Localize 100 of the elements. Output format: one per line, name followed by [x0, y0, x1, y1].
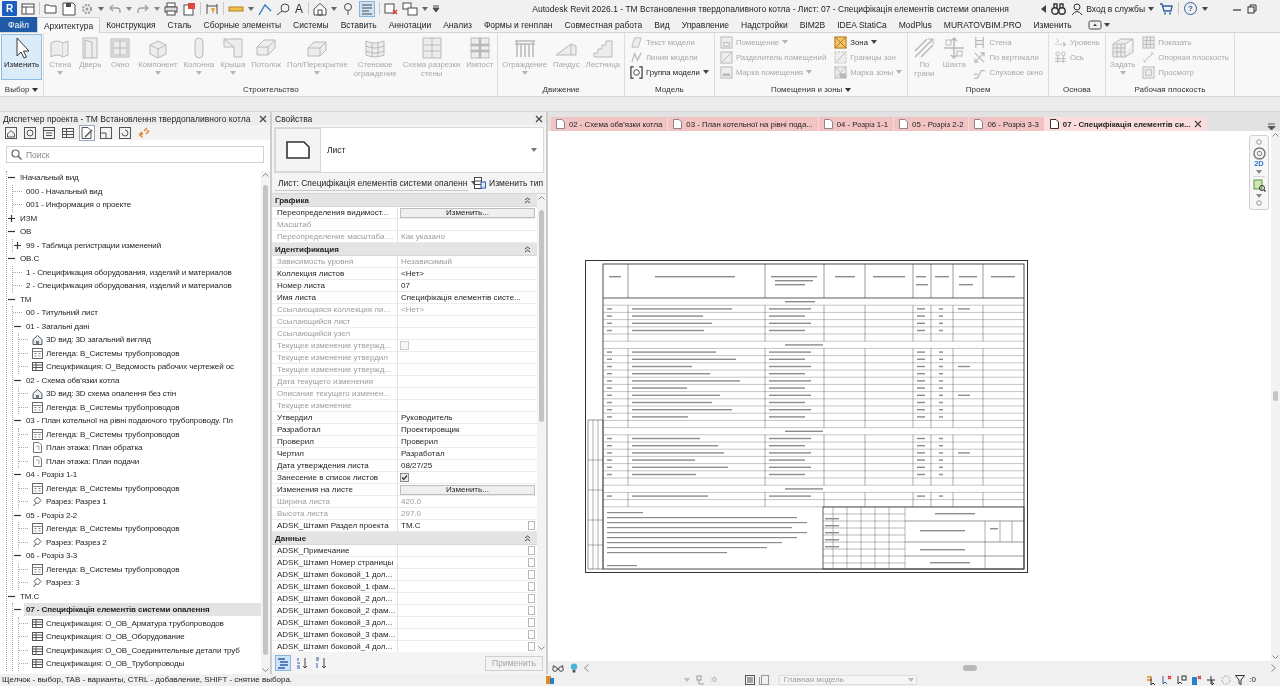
sign-in-button[interactable]: Вход в службы: [1071, 2, 1154, 15]
close-icon[interactable]: [535, 114, 543, 123]
ribbon-tab[interactable]: Изменить: [1027, 17, 1078, 32]
printer-icon[interactable]: [164, 1, 178, 16]
cursor-square-icon[interactable]: [1176, 674, 1188, 685]
tiled-windows-icon[interactable]: [402, 1, 418, 16]
search-field[interactable]: Поиск: [6, 146, 264, 163]
framed-square-icon[interactable]: [744, 674, 755, 685]
tree-item[interactable]: Спецификация: О_ОВ_Трубопроводы: [30, 657, 261, 671]
property-value-field[interactable]: Проверил: [400, 436, 535, 447]
tree-item[interactable]: 02 - Схема обв'язки котла: [24, 373, 261, 387]
caret-icon[interactable]: [422, 6, 428, 11]
tree-item[interactable]: Разрез: Разрез 1: [30, 495, 261, 509]
ribbon-tab[interactable]: Сталь: [161, 17, 198, 32]
caret-icon[interactable]: [1103, 22, 1110, 27]
property-value-field[interactable]: ТМ.С: [400, 520, 526, 531]
ribbon-tab[interactable]: Архитектура: [36, 17, 101, 33]
tree-item[interactable]: Легенда: В_Системы трубопроводов: [30, 346, 261, 360]
tree-item[interactable]: Легенда: В_Системы трубопроводов: [30, 400, 261, 414]
tree-item[interactable]: 07 - Специфікація елементів системи опалення: [24, 603, 261, 617]
caret-icon[interactable]: [248, 6, 254, 11]
close-icon[interactable]: [1194, 120, 1203, 128]
tree-item[interactable]: Разрез: Разрез 2: [30, 535, 261, 549]
collapse-chevron-icon[interactable]: [524, 534, 531, 542]
tree-item[interactable]: 03 - План котельної на рівні подаючого трубопроводу. Пл: [24, 414, 261, 428]
tree-item[interactable]: 3D вид: 3D загальний вигляд: [30, 333, 261, 347]
ribbon-tab[interactable]: MURATOVBIM.PRO: [937, 17, 1028, 32]
edit-button[interactable]: Изменить...: [400, 207, 535, 218]
ribbon-tab[interactable]: Вставить: [334, 17, 383, 32]
toolbar-button[interactable]: [22, 124, 38, 141]
ribbon-tab[interactable]: Конструкция: [100, 17, 162, 32]
cart-icon[interactable]: [1159, 2, 1173, 15]
toolbar-button[interactable]: [98, 124, 114, 141]
property-group-header[interactable]: Графика: [272, 194, 537, 207]
caret-icon[interactable]: [98, 6, 104, 11]
ribbon-tab[interactable]: Управление: [675, 17, 735, 32]
tree-item[interactable]: Легенда: В_Системы трубопроводов: [30, 481, 261, 495]
property-group-header[interactable]: Идентификация: [272, 243, 537, 256]
cursor-cross-icon[interactable]: [1161, 674, 1173, 685]
property-value-field[interactable]: Специфікація елементів систе...: [400, 292, 535, 303]
tree-item[interactable]: 3D вид: 3D схема опалення без стін: [30, 387, 261, 401]
tree-item[interactable]: Спецификация: О_ОВ_Арматура трубопроводов: [30, 616, 261, 630]
tree-item[interactable]: ИЗМ: [18, 211, 261, 225]
tree-item[interactable]: Легенда: В_Системы трубопроводов: [30, 562, 261, 576]
ribbon-tab[interactable]: Анализ: [437, 17, 478, 32]
panel-menu-button[interactable]: Помещения и зоны: [770, 85, 852, 94]
vertical-scrollbar[interactable]: [261, 171, 270, 674]
left-arrow-icon[interactable]: [1041, 4, 1047, 13]
tree-item[interactable]: План этажа: План подачи: [30, 454, 261, 468]
ribbon-tab[interactable]: Сборные элементы: [197, 17, 288, 32]
horizontal-scrollbar[interactable]: [584, 663, 1276, 672]
tree-item[interactable]: Спецификация: О_ОВ_Соединительные детали труб: [30, 643, 261, 657]
glasses-icon[interactable]: [552, 663, 564, 672]
edit-button[interactable]: Изменить...: [400, 484, 535, 495]
caret-icon[interactable]: [1202, 6, 1208, 11]
tree-item[interactable]: 05 - Розріз 2-2: [24, 508, 261, 522]
tree-item[interactable]: Спецификация: О_Ведомость рабочих чертежей ос: [30, 360, 261, 374]
binoculars-icon[interactable]: [1051, 2, 1067, 15]
close-windows-icon[interactable]: [384, 1, 398, 16]
expand-icon[interactable]: [13, 240, 22, 250]
tree-item[interactable]: Легенда: В_Системы трубопроводов: [30, 427, 261, 441]
property-value-field[interactable]: 08/27/25: [400, 460, 535, 471]
collapse-chevron-icon[interactable]: [524, 245, 531, 253]
toolbar-button[interactable]: [3, 124, 19, 141]
save-icon[interactable]: [62, 1, 76, 16]
tree-item[interactable]: ОВ: [18, 225, 261, 239]
customize-caret-icon[interactable]: [432, 4, 440, 13]
checkbox[interactable]: [400, 473, 409, 482]
ribbon-tab[interactable]: BIM2B: [793, 17, 832, 32]
folder-icon[interactable]: [44, 1, 58, 16]
overflow-caret-icon[interactable]: [1267, 123, 1276, 131]
scrollbar-thumb[interactable]: [1273, 391, 1278, 401]
pin-icon[interactable]: [341, 1, 355, 16]
tree-item[interactable]: План этажа: План обратка: [30, 441, 261, 455]
view-mode-button[interactable]: [275, 655, 291, 671]
two-blocks-icon[interactable]: [546, 674, 554, 685]
ribbon-tab[interactable]: Надстройки: [735, 17, 794, 32]
ribbon-tab[interactable]: IDEA StatiCa: [831, 17, 893, 32]
view-mode-button[interactable]: [313, 655, 329, 671]
property-group-header[interactable]: Данные: [272, 532, 537, 545]
close-icon[interactable]: [259, 114, 267, 123]
app-logo[interactable]: R: [2, 1, 17, 16]
tree-item[interactable]: 000 - Начальный вид: [24, 184, 261, 198]
search-input[interactable]: Поиск: [26, 148, 259, 161]
type-selector[interactable]: Лист: [274, 127, 544, 173]
tree-item[interactable]: ТМ: [18, 292, 261, 306]
panel-toggle-icon[interactable]: [1087, 19, 1102, 30]
vertical-scrollbar[interactable]: [1271, 131, 1280, 661]
ribbon-tab[interactable]: Вид: [648, 17, 676, 32]
tree-item[interactable]: Спецификация: О_ОВ_Оборудование: [30, 630, 261, 644]
tree-item[interactable]: 01 - Загальні дані: [24, 319, 261, 333]
toolbar-button[interactable]: [41, 124, 57, 141]
concentric-circles-icon[interactable]: [1252, 147, 1266, 160]
dotted-circle-icon[interactable]: [1221, 674, 1232, 685]
tree-item[interactable]: 1 - Спецификация оборудования, изделий и материалов: [24, 265, 261, 279]
caret-icon[interactable]: [331, 6, 337, 11]
thin-lines-button[interactable]: [359, 0, 375, 17]
ribbon-tab[interactable]: Формы и генплан: [477, 17, 559, 32]
collapse-chevron-icon[interactable]: [524, 196, 531, 204]
property-value-field[interactable]: Проектировщик: [400, 424, 535, 435]
